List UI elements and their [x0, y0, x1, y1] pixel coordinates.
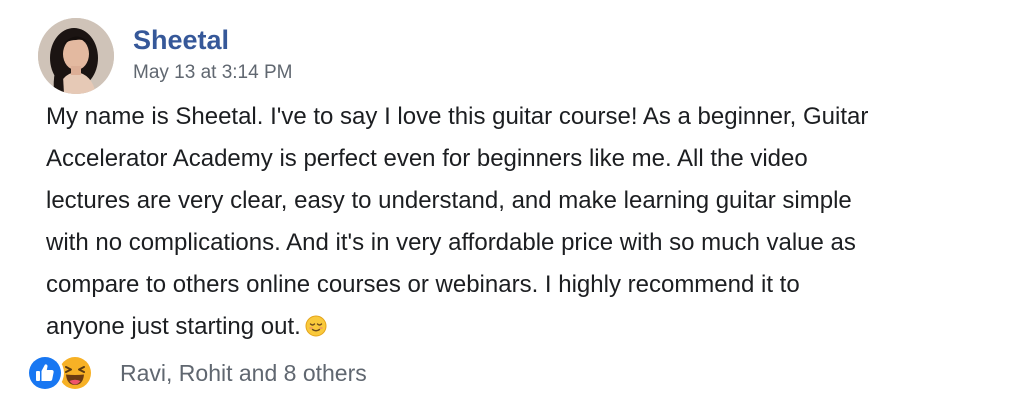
- post-body-line: with no complications. And it's in very …: [46, 229, 856, 256]
- reactions-summary[interactable]: Ravi, Rohit and 8 others: [120, 359, 367, 387]
- post-body: My name is Sheetal. I've to say I love t…: [46, 96, 986, 351]
- author-name[interactable]: Sheetal: [133, 24, 229, 56]
- avatar-image: [38, 18, 114, 94]
- post-body-last-line: anyone just starting out.: [46, 306, 986, 351]
- avatar[interactable]: [38, 18, 114, 94]
- like-icon[interactable]: [26, 354, 64, 392]
- post-body-line: Accelerator Academy is perfect even for …: [46, 145, 808, 172]
- post-body-line: anyone just starting out.: [46, 313, 301, 340]
- post-timestamp[interactable]: May 13 at 3:14 PM: [133, 61, 292, 85]
- post-body-line: My name is Sheetal. I've to say I love t…: [46, 103, 869, 130]
- relieved-face-emoji-icon: [305, 309, 327, 351]
- post-card: Sheetal May 13 at 3:14 PM My name is She…: [0, 0, 1024, 415]
- post-body-line: compare to others online courses or webi…: [46, 271, 800, 298]
- post-body-line: lectures are very clear, easy to underst…: [46, 187, 852, 214]
- reactions-bar[interactable]: Ravi, Rohit and 8 others: [26, 354, 506, 394]
